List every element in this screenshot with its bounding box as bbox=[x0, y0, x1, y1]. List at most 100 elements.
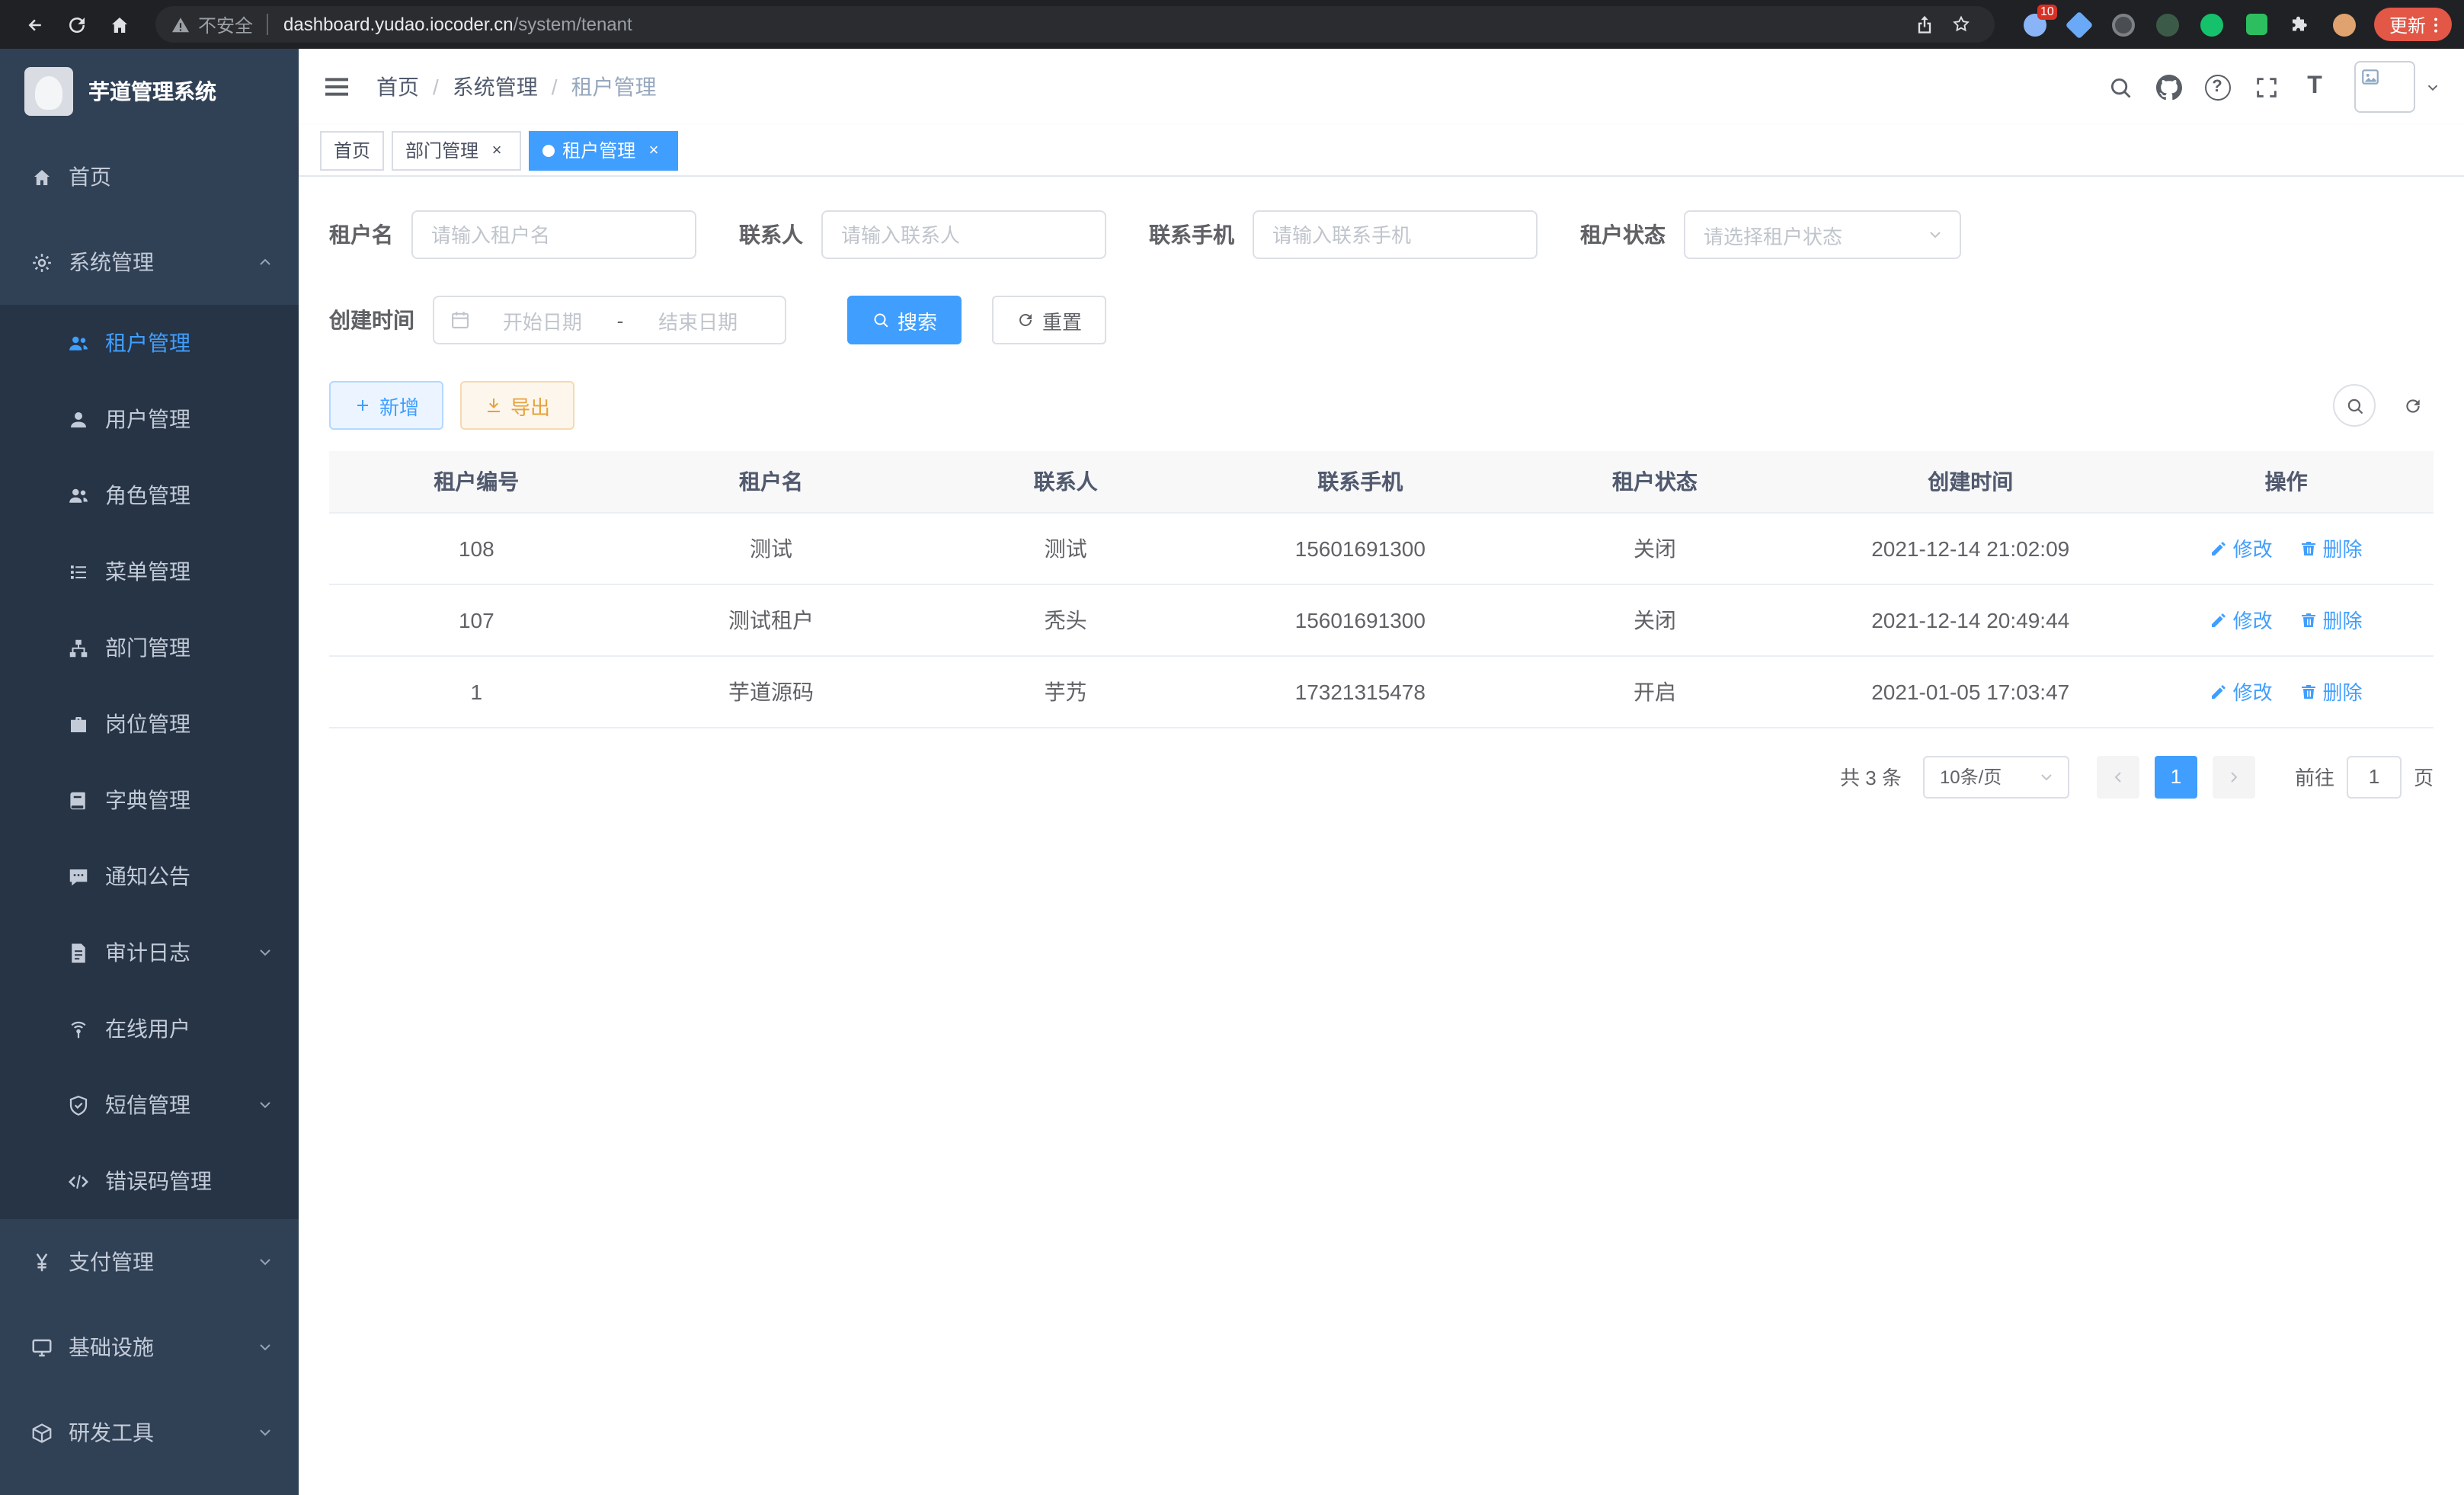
goto-label: 前往 bbox=[2295, 762, 2334, 791]
extensions-menu-icon[interactable] bbox=[2287, 11, 2315, 38]
extension-icon[interactable] bbox=[2155, 11, 2182, 38]
goto-page-input[interactable] bbox=[2347, 755, 2402, 798]
font-size-button[interactable]: T bbox=[2290, 62, 2339, 111]
sidebar-item-dict[interactable]: 字典管理 bbox=[0, 762, 299, 838]
tenant-status-select[interactable]: 请选择租户状态 bbox=[1684, 210, 1961, 259]
broken-image-icon bbox=[2360, 67, 2380, 87]
sidebar-item-system[interactable]: 系统管理 bbox=[0, 219, 299, 305]
chevron-down-icon bbox=[1926, 226, 1944, 244]
date-start-placeholder: 开始日期 bbox=[471, 306, 614, 335]
sidebar-item-dev-tools[interactable]: 研发工具 bbox=[0, 1390, 299, 1475]
cell-contact: 芋艿 bbox=[918, 655, 1213, 727]
sidebar-item-label: 角色管理 bbox=[105, 480, 190, 511]
warning-icon bbox=[171, 14, 190, 34]
address-bar[interactable]: 不安全 dashboard.yudao.iocoder.cn/system/te… bbox=[155, 6, 1995, 43]
column-header: 操作 bbox=[2139, 451, 2434, 512]
phone-input[interactable] bbox=[1253, 210, 1538, 259]
sidebar-item-payment[interactable]: 支付管理 bbox=[0, 1219, 299, 1305]
browser-home-button[interactable] bbox=[98, 3, 140, 46]
breadcrumb-item[interactable]: 系统管理 bbox=[453, 72, 538, 102]
sidebar-item-label: 系统管理 bbox=[69, 247, 154, 277]
add-button[interactable]: 新增 bbox=[329, 381, 443, 430]
contact-input[interactable] bbox=[821, 210, 1106, 259]
sidebar-item-notice[interactable]: 通知公告 bbox=[0, 838, 299, 914]
tag-home[interactable]: 首页 bbox=[320, 130, 384, 170]
tag-label: 首页 bbox=[334, 137, 370, 163]
logo[interactable]: 芋道管理系统 bbox=[0, 49, 299, 134]
chrome-profile-avatar[interactable] bbox=[2331, 11, 2359, 38]
sidebar-item-menu[interactable]: 菜单管理 bbox=[0, 533, 299, 610]
help-button[interactable]: ? bbox=[2193, 62, 2242, 111]
table-row: 1 芋道源码 芋艿 17321315478 开启 2021-01-05 17:0… bbox=[329, 655, 2434, 727]
cell-tenant-name: 测试 bbox=[624, 512, 919, 584]
browser-reload-button[interactable] bbox=[55, 3, 98, 46]
github-button[interactable] bbox=[2144, 62, 2193, 111]
page-size-select[interactable]: 10条/页 bbox=[1923, 755, 2069, 798]
sidebar-item-tenant[interactable]: 租户管理 bbox=[0, 305, 299, 381]
close-icon[interactable]: × bbox=[643, 139, 664, 161]
edit-icon bbox=[2210, 539, 2229, 557]
extension-icon[interactable] bbox=[2243, 11, 2270, 38]
close-icon[interactable]: × bbox=[486, 139, 507, 161]
delete-button[interactable]: 删除 bbox=[2299, 605, 2362, 634]
browser-back-button[interactable] bbox=[12, 3, 55, 46]
filter-label: 租户名 bbox=[329, 219, 411, 250]
extension-icon[interactable] bbox=[2066, 11, 2094, 38]
chevron-up-icon bbox=[256, 253, 274, 271]
sidebar-item-infra[interactable]: 基础设施 bbox=[0, 1305, 299, 1390]
sidebar-item-error-code[interactable]: 错误码管理 bbox=[0, 1143, 299, 1219]
table-row: 107 测试租户 秃头 15601691300 关闭 2021-12-14 20… bbox=[329, 584, 2434, 655]
filter-form: 租户名 联系人 联系手机 租户状态 bbox=[329, 210, 2434, 344]
shield-icon bbox=[67, 1093, 90, 1116]
divider bbox=[267, 14, 268, 35]
column-header: 租户状态 bbox=[1508, 451, 1803, 512]
toggle-search-button[interactable] bbox=[2333, 384, 2376, 427]
avatar[interactable] bbox=[2354, 61, 2415, 113]
sidebar-item-post[interactable]: 岗位管理 bbox=[0, 686, 299, 762]
pagination: 共 3 条 10条/页 1 前往 页 bbox=[329, 755, 2434, 798]
sidebar-item-dept[interactable]: 部门管理 bbox=[0, 610, 299, 686]
breadcrumb-item[interactable]: 首页 bbox=[376, 72, 419, 102]
tag-tenant[interactable]: 租户管理 × bbox=[529, 130, 678, 170]
refresh-table-button[interactable] bbox=[2391, 384, 2434, 427]
briefcase-icon bbox=[67, 712, 90, 735]
prev-page-button[interactable] bbox=[2097, 755, 2139, 798]
sidebar-item-label: 字典管理 bbox=[105, 785, 190, 815]
sidebar-item-sms[interactable]: 短信管理 bbox=[0, 1067, 299, 1143]
delete-button[interactable]: 删除 bbox=[2299, 533, 2362, 562]
sidebar-item-audit-log[interactable]: 审计日志 bbox=[0, 914, 299, 991]
book-icon bbox=[67, 789, 90, 812]
chrome-update-button[interactable]: 更新 bbox=[2374, 8, 2452, 41]
sidebar-item-online-users[interactable]: 在线用户 bbox=[0, 991, 299, 1067]
reset-button[interactable]: 重置 bbox=[992, 296, 1106, 344]
edit-button[interactable]: 修改 bbox=[2210, 533, 2273, 562]
tag-dept[interactable]: 部门管理 × bbox=[392, 130, 521, 170]
tenant-name-input[interactable] bbox=[411, 210, 696, 259]
delete-button[interactable]: 删除 bbox=[2299, 677, 2362, 706]
export-button[interactable]: 导出 bbox=[460, 381, 574, 430]
sidebar-item-role[interactable]: 角色管理 bbox=[0, 457, 299, 533]
search-button[interactable]: 搜索 bbox=[847, 296, 962, 344]
chevron-down-icon[interactable] bbox=[2424, 78, 2441, 95]
share-button[interactable] bbox=[1906, 6, 1943, 43]
cell-tenant-name: 芋道源码 bbox=[624, 655, 919, 727]
extension-icon[interactable] bbox=[2110, 11, 2138, 38]
create-time-range-picker[interactable]: 开始日期 - 结束日期 bbox=[433, 296, 786, 344]
fullscreen-button[interactable] bbox=[2242, 62, 2290, 111]
search-icon bbox=[2344, 395, 2364, 415]
extension-icon[interactable]: 10 bbox=[2022, 11, 2050, 38]
next-page-button[interactable] bbox=[2213, 755, 2255, 798]
active-dot bbox=[542, 144, 555, 156]
bookmark-button[interactable] bbox=[1943, 6, 1979, 43]
edit-button[interactable]: 修改 bbox=[2210, 605, 2273, 634]
sidebar-item-label: 通知公告 bbox=[105, 861, 190, 892]
cell-contact: 秃头 bbox=[918, 584, 1213, 655]
sidebar-collapse-button[interactable] bbox=[322, 72, 352, 102]
sidebar-item-home[interactable]: 首页 bbox=[0, 134, 299, 219]
extension-icon[interactable] bbox=[2199, 11, 2226, 38]
cell-created: 2021-12-14 21:02:09 bbox=[1802, 512, 2139, 584]
page-number-button[interactable]: 1 bbox=[2155, 755, 2197, 798]
header-search-button[interactable] bbox=[2095, 62, 2144, 111]
sidebar-item-user[interactable]: 用户管理 bbox=[0, 381, 299, 457]
edit-button[interactable]: 修改 bbox=[2210, 677, 2273, 706]
